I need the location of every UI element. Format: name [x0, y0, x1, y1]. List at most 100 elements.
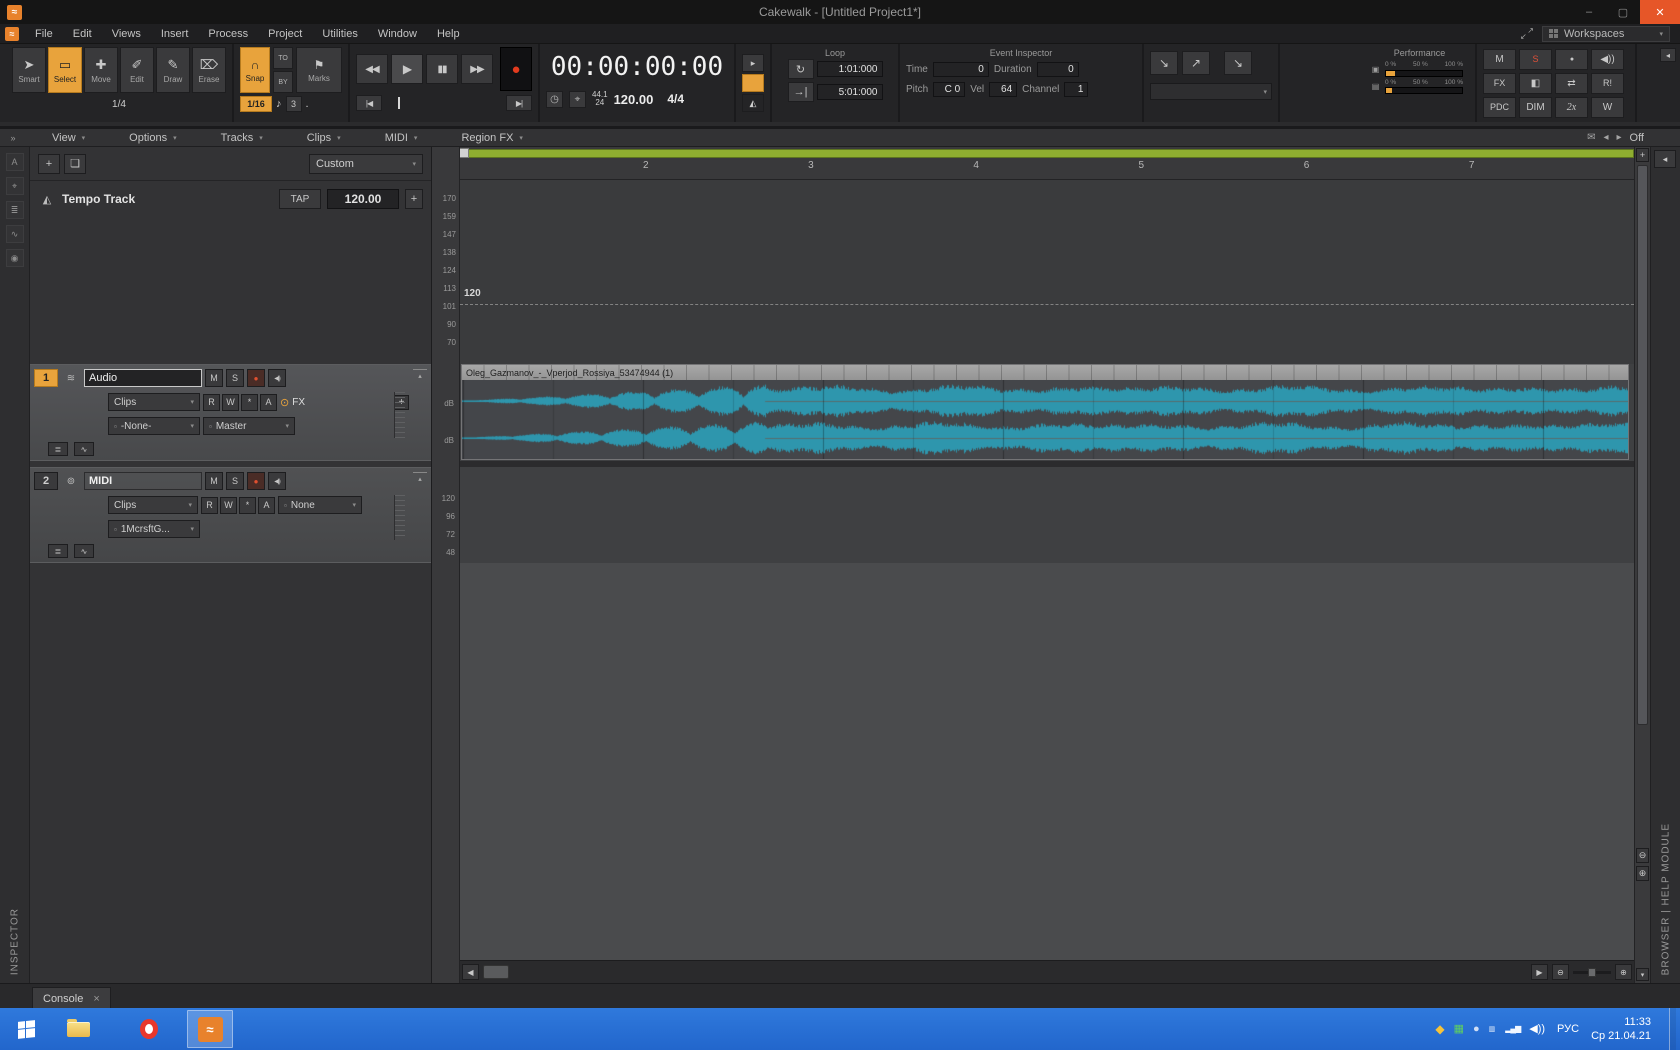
fx-power-icon[interactable]: ⊙	[280, 396, 289, 409]
tool-button[interactable]: ➤ Smart	[12, 47, 46, 93]
tool-button[interactable]: ⌦ Erase	[192, 47, 226, 93]
punch-out-icon[interactable]: ↗	[1182, 51, 1210, 75]
clip-header[interactable]: Oleg_Gazmanov_-_Vperjod_Rossiya_53474944…	[462, 365, 1628, 380]
tool-division[interactable]: 1/4	[12, 93, 226, 115]
view-menu-item[interactable]: MIDI ▾	[385, 132, 418, 144]
mix-button[interactable]: M	[1483, 49, 1516, 70]
view-menu-item[interactable]: Region FX ▾	[461, 132, 523, 144]
clock-icon[interactable]: ◷	[546, 91, 563, 108]
automation-button[interactable]: *	[239, 497, 256, 514]
mute-button[interactable]: M	[205, 369, 223, 387]
inspector-strip[interactable]: A⌖≣∿◉ INSPECTOR	[0, 147, 30, 983]
clips-pane[interactable]: 234567 120 Oleg_Gazmanov_-_Vperjod_Rossi…	[460, 147, 1634, 983]
solo-button[interactable]: S	[226, 472, 244, 490]
taskbar-file-explorer[interactable]	[55, 1010, 101, 1048]
view-menu-item[interactable]: View ▾	[52, 132, 85, 144]
tool-button[interactable]: ▭ Select	[48, 47, 82, 93]
tempo-track-lane[interactable]: 120	[460, 180, 1634, 364]
crosshair-icon[interactable]: ⌖	[569, 91, 586, 108]
tool-button[interactable]: ✚ Move	[84, 47, 118, 93]
fullscreen-icon[interactable]: ↗ ↙	[1520, 28, 1534, 40]
audio-clip-waveform[interactable]	[462, 380, 1628, 459]
automation-button[interactable]: A	[258, 497, 275, 514]
note-icon[interactable]: ♪	[276, 98, 282, 110]
event-duration-value[interactable]: 0	[1037, 62, 1079, 77]
workspaces-dropdown[interactable]: Workspaces ▾	[1542, 26, 1670, 42]
nudge-left-icon[interactable]: ◂	[1603, 132, 1608, 143]
inspector-strip-icon[interactable]: ≣	[6, 201, 24, 219]
menu-item[interactable]: Insert	[151, 24, 199, 43]
input-echo-button[interactable]: ◀))	[268, 472, 286, 490]
minimize-button[interactable]: –	[1572, 0, 1606, 24]
mix-button[interactable]: PDC	[1483, 97, 1516, 118]
mix-button[interactable]: R!	[1591, 73, 1624, 94]
automation-button[interactable]: R	[201, 497, 218, 514]
inspector-label[interactable]: INSPECTOR	[9, 908, 20, 975]
snap-dot[interactable]: .	[306, 98, 309, 110]
track-control-preset-dropdown[interactable]: Custom ▾	[309, 154, 423, 174]
midi-output-dropdown[interactable]: ▫ None ▾	[278, 496, 362, 514]
automation-button[interactable]: A	[260, 394, 277, 411]
zoom-in-button[interactable]: ⊕	[1615, 964, 1632, 980]
duplicate-track-button[interactable]: ❏	[64, 154, 86, 174]
event-vel-value[interactable]: 64	[989, 82, 1017, 97]
tempo-envelope-line[interactable]	[460, 304, 1634, 305]
track-layers-button[interactable]: ≣	[48, 442, 68, 456]
tap-tempo-button[interactable]: TAP	[279, 189, 321, 209]
mix-button[interactable]: ◀))	[1591, 49, 1624, 70]
track-number[interactable]: 2	[34, 472, 58, 490]
volume-fader[interactable]	[394, 392, 405, 438]
midi-instrument-dropdown[interactable]: ▫ 1McrsftG... ▾	[108, 520, 200, 538]
mix-button[interactable]: ⇄	[1555, 73, 1588, 94]
scroll-right-button[interactable]: ▶	[1531, 964, 1548, 980]
tempo-display[interactable]: 120.00	[614, 92, 654, 107]
titlebar[interactable]: ≈ Cakewalk - [Untitled Project1*] – ▢ ✕	[0, 0, 1680, 24]
event-time-value[interactable]: 0	[933, 62, 989, 77]
tray-icon[interactable]: ◆	[1435, 1023, 1444, 1035]
punch-mode-icon[interactable]: ↘	[1224, 51, 1252, 75]
volume-fader[interactable]	[394, 495, 405, 540]
vertical-scroll-thumb[interactable]	[1637, 165, 1648, 725]
track-layers-button[interactable]: ≣	[48, 544, 68, 558]
automation-button[interactable]: W	[220, 497, 237, 514]
menu-item[interactable]: Process	[198, 24, 258, 43]
loop-toggle-icon[interactable]: ↻	[788, 59, 814, 79]
clock[interactable]: 11:33 Ср 21.04.21	[1591, 1015, 1657, 1044]
menu-item[interactable]: Window	[368, 24, 427, 43]
vertical-zoom-in-button[interactable]: ⊕	[1636, 866, 1649, 881]
horizontal-scrollbar[interactable]: ◀ ▶ ⊖ ⊕	[460, 960, 1634, 983]
browser-collapse-button[interactable]: ◂	[1654, 150, 1676, 168]
scroll-down-button[interactable]: ▾	[1636, 968, 1649, 981]
fast-forward-button[interactable]: ▶▶	[461, 54, 493, 84]
time-ruler[interactable]: 234567	[460, 147, 1634, 180]
off-toggle[interactable]: Off	[1630, 132, 1644, 144]
collapse-track-button[interactable]: ▴	[413, 369, 427, 381]
snap-to-button[interactable]: TO	[273, 47, 293, 69]
input-echo-button[interactable]: ◀))	[268, 369, 286, 387]
metronome-button[interactable]: ◭	[742, 94, 764, 112]
show-desktop-button[interactable]	[1669, 1008, 1676, 1050]
tool-button[interactable]: ✐ Edit	[120, 47, 154, 93]
pause-button[interactable]: ▮▮	[426, 54, 458, 84]
punch-in-icon[interactable]: ↘	[1150, 51, 1178, 75]
view-menu-item[interactable]: Tracks ▾	[221, 132, 263, 144]
loop-end-icon[interactable]: →|	[788, 82, 814, 102]
add-lane-button[interactable]: +	[1636, 148, 1649, 162]
nudge-right-icon[interactable]: ▸	[1616, 132, 1621, 143]
tray-icon[interactable]: ◀))	[1529, 1024, 1545, 1035]
menu-item[interactable]: File	[25, 24, 63, 43]
collapse-track-button[interactable]: ▴	[413, 472, 427, 484]
arm-record-button[interactable]: ●	[247, 369, 265, 387]
language-indicator[interactable]: РУС	[1557, 1023, 1579, 1035]
menu-item[interactable]: Edit	[63, 24, 102, 43]
close-button[interactable]: ✕	[1640, 0, 1680, 24]
automation-lane-button[interactable]: ∿	[74, 442, 94, 456]
tab-console[interactable]: Console ×	[32, 987, 111, 1009]
mix-button[interactable]: W	[1591, 97, 1624, 118]
start-button[interactable]	[0, 1008, 52, 1050]
tempo-track-label[interactable]: Tempo Track	[62, 192, 135, 206]
arm-record-button[interactable]: ●	[247, 472, 265, 490]
edit-filter-dropdown[interactable]: Clips ▾	[108, 393, 200, 411]
track-strip-audio[interactable]: 1 ≋ Audio M S ● ◀)) ▴ Clips ▾ RW*A	[30, 364, 431, 461]
view-menu-item[interactable]: Clips ▾	[307, 132, 341, 144]
